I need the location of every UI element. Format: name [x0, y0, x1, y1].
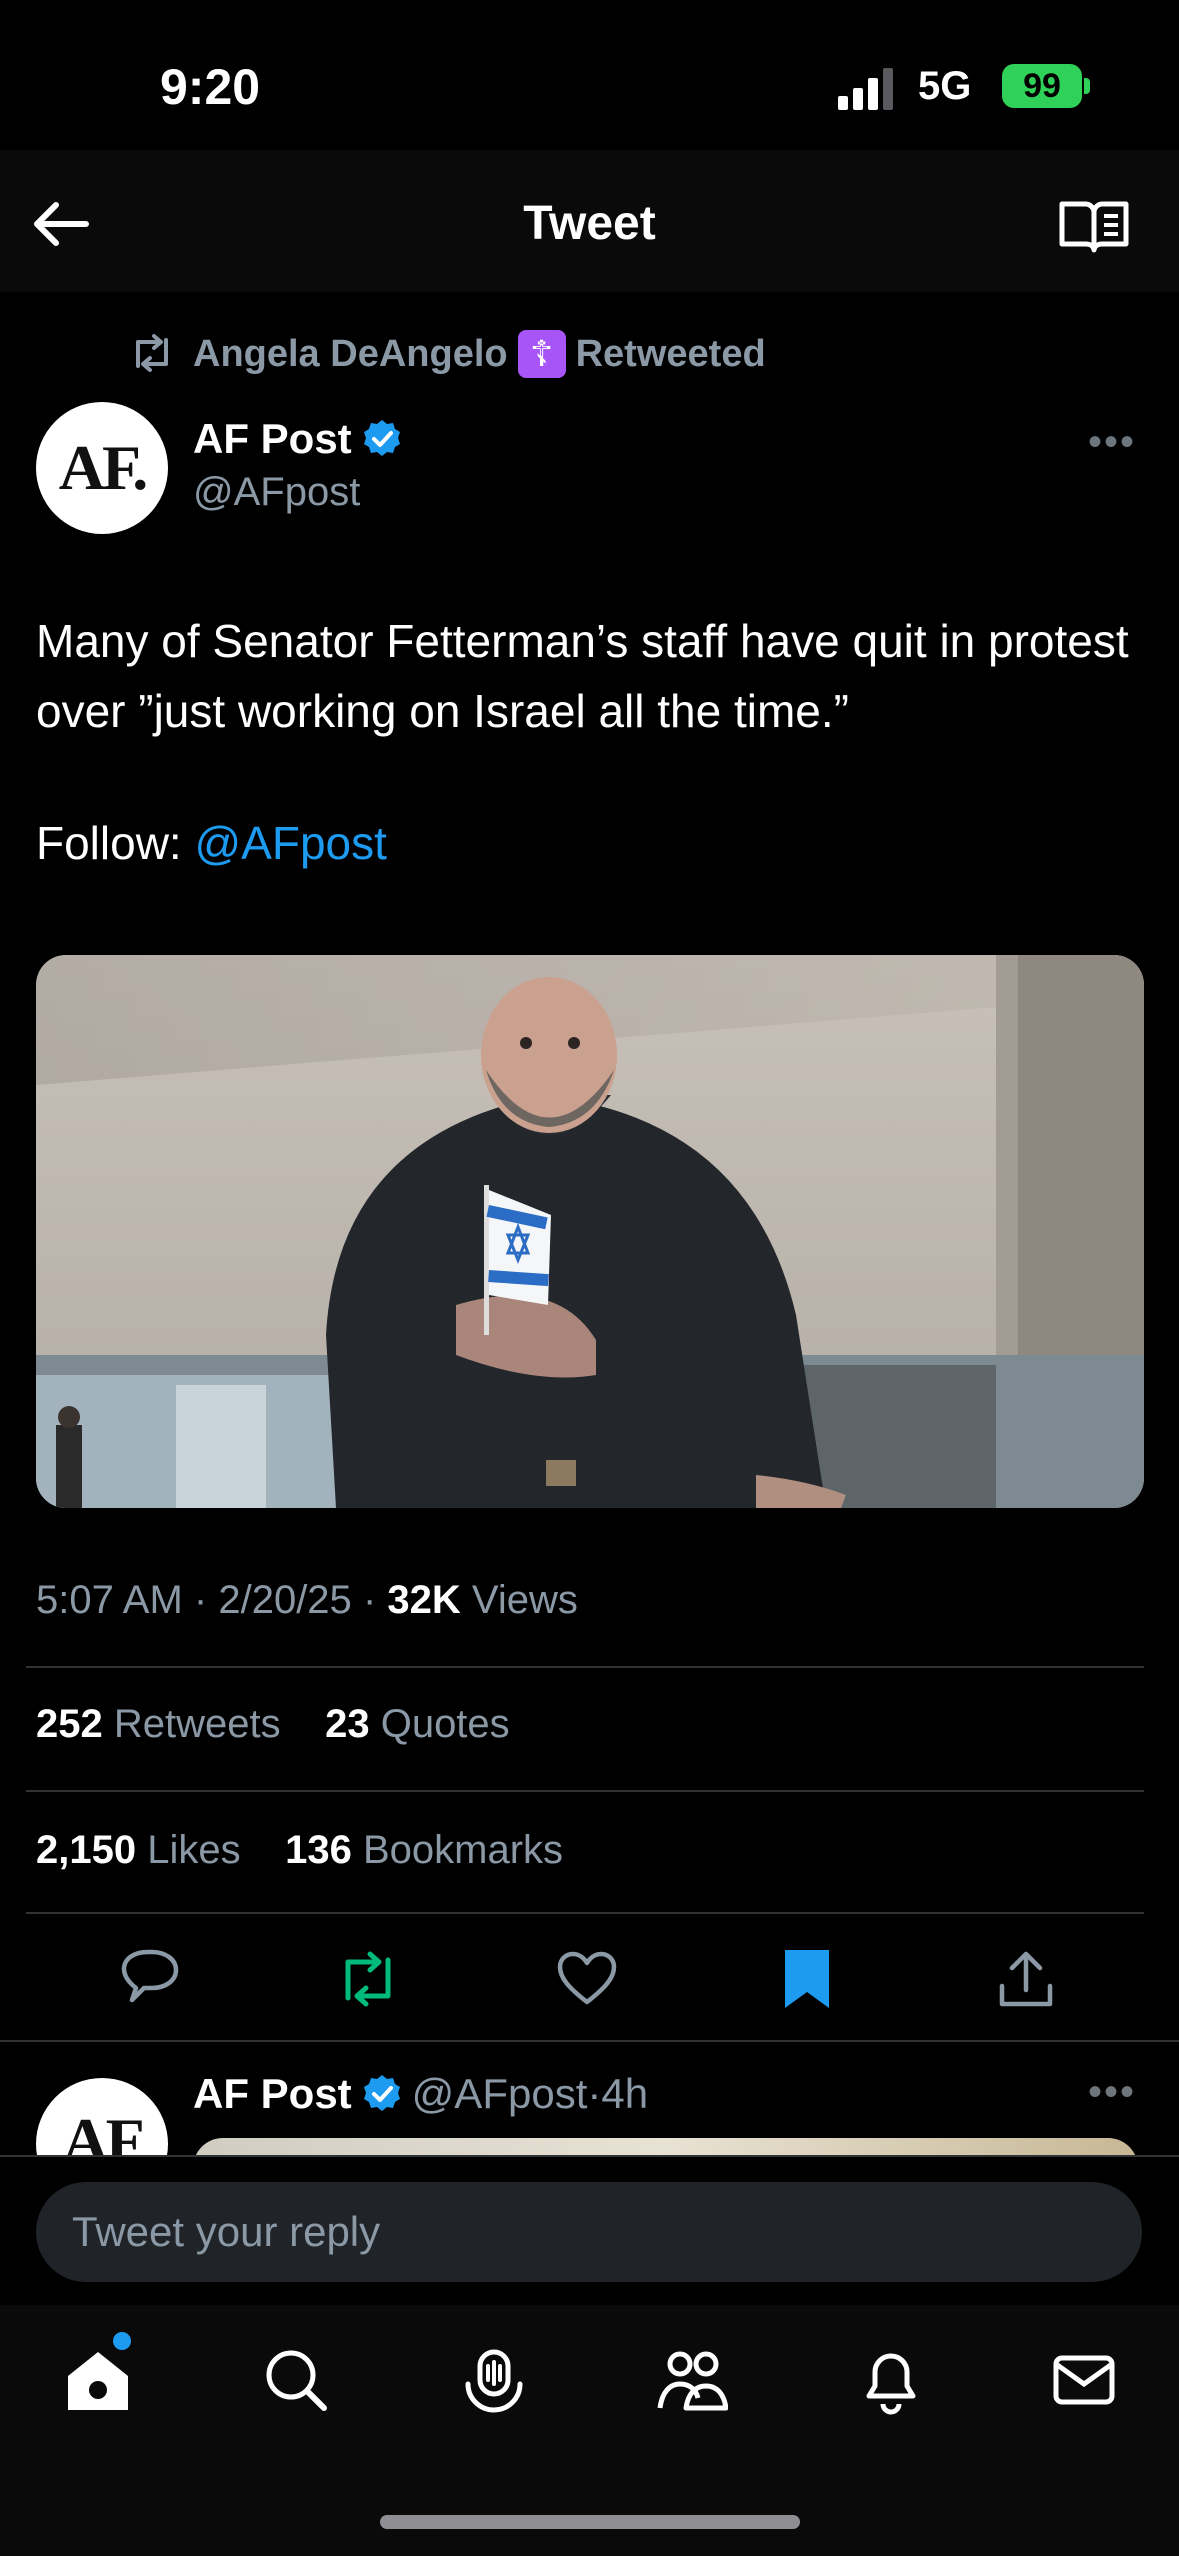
retweeted-label: Retweeted [575, 332, 766, 375]
views-label: Views [471, 1578, 578, 1622]
retweet-icon[interactable] [336, 1948, 400, 2010]
author-handle[interactable]: @AFpost [193, 470, 360, 515]
retweets-count: 252 [36, 1702, 103, 1746]
home-icon[interactable] [62, 2344, 134, 2416]
author-avatar[interactable]: AF. [36, 402, 168, 534]
reply-author-handle[interactable]: @AFpost·4h [412, 2070, 648, 2118]
search-icon[interactable] [260, 2344, 332, 2416]
reply-author-name[interactable]: AF Post [193, 2070, 352, 2118]
author-name[interactable]: AF Post [193, 415, 352, 463]
reply-icon[interactable] [118, 1948, 182, 2010]
share-icon[interactable] [994, 1948, 1058, 2010]
notifications-icon[interactable] [855, 2344, 927, 2416]
tweet-photo[interactable] [36, 955, 1144, 1508]
share-stats-row: 252 Retweets 23 Quotes [36, 1702, 510, 1747]
page-title: Tweet [523, 197, 656, 250]
engagement-stats-row: 2,150 Likes 136 Bookmarks [36, 1828, 563, 1873]
reply-input[interactable] [36, 2182, 1142, 2282]
bookmarks-count: 136 [285, 1828, 352, 1872]
tweet-text: Many of Senator Fetterman’s staff have q… [36, 615, 1129, 737]
quotes-label: Quotes [380, 1702, 510, 1746]
mention-link[interactable]: @AFpost [194, 817, 386, 869]
like-icon[interactable] [555, 1948, 619, 2010]
tweet-time: 5:07 AM [36, 1578, 183, 1622]
retweeted-icon [128, 334, 176, 372]
divider [26, 1666, 1144, 1668]
verified-badge-icon [362, 2074, 402, 2114]
communities-icon[interactable] [656, 2344, 728, 2416]
separator: · [362, 1578, 377, 1622]
signal-icon [838, 68, 898, 110]
divider [26, 1790, 1144, 1792]
author-name-row[interactable]: AF Post [193, 415, 402, 463]
reader-mode-icon[interactable] [1058, 198, 1130, 254]
battery-cap [1084, 78, 1090, 94]
battery-indicator: 99 [1002, 64, 1082, 108]
tweet-date: 2/20/25 [218, 1578, 352, 1622]
retweets-label: Retweets [113, 1702, 281, 1746]
verified-badge-icon [362, 419, 402, 459]
home-notification-dot [113, 2332, 131, 2350]
bookmarks-stat[interactable]: 136 Bookmarks [285, 1828, 563, 1872]
messages-icon[interactable] [1048, 2344, 1120, 2416]
reply-author-row[interactable]: AF Post @AFpost·4h [193, 2070, 648, 2118]
separator: · [193, 1578, 208, 1622]
home-indicator [380, 2515, 800, 2529]
divider [26, 1912, 1144, 1914]
divider [0, 2040, 1179, 2042]
views-count: 32K [387, 1578, 461, 1622]
likes-label: Likes [147, 1828, 241, 1872]
orthodox-cross-emoji: ☦ [517, 330, 566, 378]
retweeter-name[interactable]: Angela DeAngelo [193, 333, 508, 376]
retweeted-by[interactable]: Angela DeAngelo ☦ Retweeted [193, 330, 766, 378]
quotes-count: 23 [325, 1702, 370, 1746]
tweet-meta: 5:07 AM · 2/20/25 · 32K Views [36, 1578, 578, 1623]
follow-prefix: Follow: [36, 817, 195, 869]
quotes-stat[interactable]: 23 Quotes [325, 1702, 510, 1746]
status-time: 9:20 [160, 59, 261, 115]
bookmark-icon[interactable] [775, 1948, 839, 2010]
likes-stat[interactable]: 2,150 Likes [36, 1828, 241, 1872]
more-options-icon[interactable]: ••• [1088, 420, 1138, 464]
tweet-follow-line: Follow: @AFpost [36, 816, 387, 870]
likes-count: 2,150 [36, 1828, 137, 1872]
network-type: 5G [918, 64, 972, 108]
bookmarks-label: Bookmarks [362, 1828, 564, 1872]
more-options-icon[interactable]: ••• [1088, 2070, 1136, 2115]
retweets-stat[interactable]: 252 Retweets [36, 1702, 281, 1746]
grok-icon[interactable] [458, 2344, 530, 2416]
